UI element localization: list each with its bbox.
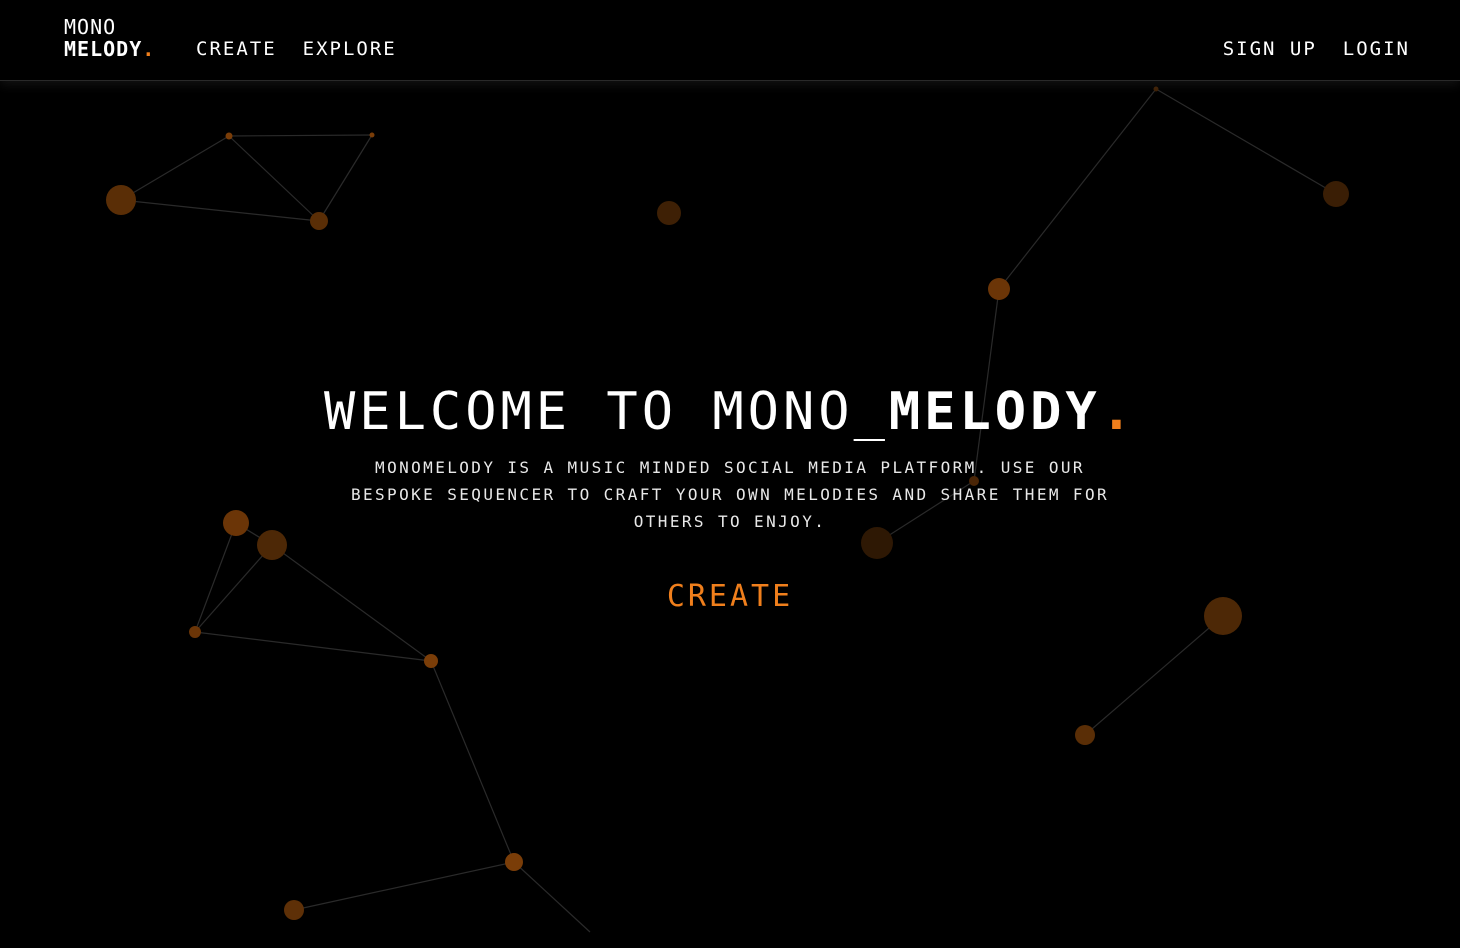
- nav-link-create[interactable]: CREATE: [196, 37, 277, 61]
- logo-line-melody: MELODY.: [64, 38, 155, 60]
- hero-title-bold: MELODY: [888, 382, 1101, 442]
- network-node: [657, 201, 681, 225]
- hero-description: MONOMELODY IS A MUSIC MINDED SOCIAL MEDI…: [350, 458, 1110, 531]
- logo-accent-dot: .: [142, 37, 156, 61]
- network-node: [424, 654, 438, 668]
- network-node: [1153, 86, 1159, 92]
- logo-melody-text: MELODY: [64, 37, 143, 61]
- nav-link-sign-up[interactable]: SIGN UP: [1223, 37, 1317, 61]
- network-node: [284, 900, 304, 920]
- top-navigation-bar: MONO MELODY. CREATE EXPLORE SIGN UP LOGI…: [0, 0, 1460, 81]
- network-node: [1323, 181, 1349, 207]
- network-node: [1075, 725, 1095, 745]
- network-node: [505, 853, 523, 871]
- hero-create-button[interactable]: CREATE: [667, 579, 793, 615]
- network-node: [988, 278, 1010, 300]
- app-root: MONO MELODY. CREATE EXPLORE SIGN UP LOGI…: [0, 0, 1460, 948]
- hero-title: WELCOME TO MONO_MELODY.: [0, 380, 1460, 444]
- network-node: [225, 132, 233, 140]
- primary-nav: CREATE EXPLORE: [196, 37, 397, 61]
- network-node: [310, 212, 328, 230]
- nav-link-explore[interactable]: EXPLORE: [303, 37, 397, 61]
- network-node: [106, 185, 136, 215]
- hero-title-dot: .: [1100, 382, 1137, 442]
- logo-line-mono: MONO: [64, 15, 117, 39]
- account-nav: SIGN UP LOGIN: [1223, 37, 1410, 61]
- nav-link-login[interactable]: LOGIN: [1343, 37, 1410, 61]
- network-node: [189, 626, 201, 638]
- logo[interactable]: MONO MELODY.: [64, 16, 155, 60]
- network-node: [369, 132, 375, 138]
- hero-title-prefix: WELCOME TO MONO_: [323, 382, 889, 442]
- hero-section: WELCOME TO MONO_MELODY. MONOMELODY IS A …: [0, 380, 1460, 615]
